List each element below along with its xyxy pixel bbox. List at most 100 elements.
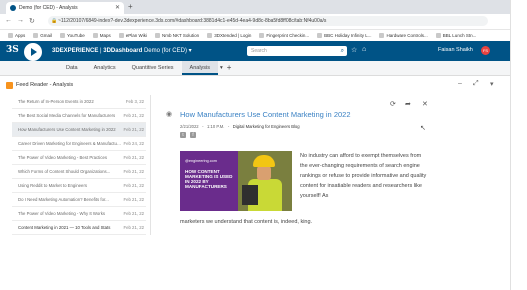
article-body-continued: marketers we understand that content is,… xyxy=(180,219,313,225)
feed-item-date: Feb 21, 22 xyxy=(123,197,144,202)
add-tab-icon[interactable]: + xyxy=(227,61,232,75)
bookmark-item[interactable]: Nmb NKT Solution xyxy=(155,33,199,38)
avatar[interactable]: FS xyxy=(481,46,490,55)
brand-context: Demo (for CED) xyxy=(143,48,187,54)
3ds-logo-icon: 3S xyxy=(6,45,19,55)
feed-item[interactable]: Which Forms of Content Should Organizati… xyxy=(12,165,146,179)
share-icon[interactable]: ➦ xyxy=(405,100,411,108)
article-source[interactable]: Digital Marketing for Engineers Blog xyxy=(233,124,300,129)
bookmark-item[interactable]: YouTube xyxy=(60,33,85,38)
bookmark-item[interactable]: BBL Lunch Stn... xyxy=(435,33,476,38)
brand-prefix: 3DEXPERIENCE xyxy=(52,48,99,54)
minimize-icon[interactable]: – xyxy=(458,80,462,87)
feed-item[interactable]: The Best Social Media Channels for Manuf… xyxy=(12,109,146,123)
user-name[interactable]: Faisan Shaikh xyxy=(438,47,473,53)
dashboard-tabs: Data Analytics Quantitive Series Analysis ▾ + xyxy=(58,61,231,75)
bookmark-item[interactable]: ePlan Wiki xyxy=(118,33,147,38)
rss-icon xyxy=(6,82,13,89)
bookmark-item[interactable]: Apps xyxy=(8,33,25,38)
bookmark-label: 3DXtended | Login xyxy=(214,33,252,38)
article-time: 1:10 P.M. xyxy=(207,124,225,129)
search-icon[interactable]: ⌕ xyxy=(341,46,344,56)
close-tab-icon[interactable]: ✕ xyxy=(115,4,120,11)
feed-item-date: Feb 21, 22 xyxy=(123,127,144,132)
widget-menu-icon[interactable]: ▾ xyxy=(490,80,494,88)
feed-item-date: Feb 3, 22 xyxy=(125,99,144,104)
tab-menu-chevron-icon[interactable]: ▾ xyxy=(218,61,225,75)
feed-item-date: Feb 21, 22 xyxy=(123,155,144,160)
bookmark-icon xyxy=(92,33,98,38)
feed-item[interactable]: The Power of Video Marketing - Why It Wo… xyxy=(12,207,146,221)
star-icon[interactable]: ☆ xyxy=(351,46,357,54)
feed-item[interactable]: Content Marketing in 2021 — 10 Tools and… xyxy=(12,221,146,235)
bookmark-item[interactable]: Gmail xyxy=(33,33,52,38)
bookmark-icon xyxy=(155,33,160,38)
article-body: No industry can afford to exempt themsel… xyxy=(300,153,427,199)
bookmark-icon xyxy=(435,33,441,38)
tag-icon[interactable]: ⌂ xyxy=(362,46,366,53)
twitter-icon[interactable]: t xyxy=(180,132,186,138)
feed-item[interactable]: The Return of In-Person Events in 2022 Fe… xyxy=(12,95,146,109)
back-icon[interactable]: ← xyxy=(5,17,12,24)
worker-helmet xyxy=(253,155,275,167)
tab-analysis[interactable]: Analysis xyxy=(181,61,219,75)
lock-icon: 🔒 xyxy=(51,18,58,24)
feed-item[interactable]: How Manufacturers Use Content Marketing … xyxy=(12,123,146,137)
open-external-icon[interactable]: ⟳ xyxy=(390,100,396,108)
bookmark-item[interactable]: BBC Holiday Infinity L... xyxy=(317,33,371,38)
search-input[interactable]: Search ⌕ xyxy=(247,46,347,56)
feed-item-title: The Power of Video Marketing - Why It Wo… xyxy=(18,211,106,216)
bookmark-icon xyxy=(207,33,213,38)
compass-icon[interactable] xyxy=(22,41,44,63)
bookmark-item[interactable]: Hardware Controls... xyxy=(379,33,428,38)
feed-item-title: Using Reddit to Market to Engineers xyxy=(18,183,88,188)
image-headline: HOW CONTENT MARKETING IS USED IN 2022 BY… xyxy=(185,169,233,189)
url-text: ~112/20107/6849-index?-dev.3dexperience.… xyxy=(58,18,327,24)
pin-icon[interactable]: ◉ xyxy=(166,110,172,118)
brand-app: 3DDashboard xyxy=(103,48,143,54)
article-image: @engineering.com HOW CONTENT MARKETING I… xyxy=(180,151,292,211)
tab-data[interactable]: Data xyxy=(58,61,86,75)
feed-item-date: Feb 21, 22 xyxy=(123,225,144,230)
tab-quantitive-series[interactable]: Quantitive Series xyxy=(124,61,182,75)
worker-face xyxy=(257,166,271,180)
feed-item-date: Feb 21, 22 xyxy=(123,169,144,174)
chevron-down-icon[interactable]: ▾ xyxy=(189,48,192,54)
mouse-cursor-icon: ↖ xyxy=(420,125,426,132)
tab-analytics[interactable]: Analytics xyxy=(86,61,124,75)
feed-item-title: How Manufacturers Use Content Marketing … xyxy=(18,127,116,132)
browser-tab[interactable]: Demo (for CED) - Analysis ✕ xyxy=(6,2,124,14)
article-date: 2/21/2022 xyxy=(180,124,199,129)
bookmark-item[interactable]: Fingerprint Checkin... xyxy=(259,33,309,38)
reload-icon[interactable]: ↻ xyxy=(29,17,35,25)
bookmark-item[interactable]: Maps xyxy=(92,33,111,38)
close-icon[interactable]: ✕ xyxy=(422,100,428,108)
feed-item-date: Feb 21, 22 xyxy=(123,211,144,216)
article-title[interactable]: How Manufacturers Use Content Marketing … xyxy=(180,110,351,119)
bookmark-icon xyxy=(118,33,124,38)
screen-frame: Demo (for CED) - Analysis ✕ + ← → ↻ 🔒 ~1… xyxy=(0,0,511,290)
feed-list: The Return of In-Person Events in 2022 Fe… xyxy=(12,95,146,235)
feed-item[interactable]: Career Driven Marketing for Engineers & … xyxy=(12,137,146,151)
facebook-icon[interactable]: f xyxy=(190,132,196,138)
feed-item[interactable]: The Power of Video Marketing - Best Prac… xyxy=(12,151,146,165)
bookmark-label: Gmail xyxy=(40,33,53,38)
bookmark-label: Nmb NKT Solution xyxy=(162,33,200,38)
new-tab-icon[interactable]: + xyxy=(128,2,133,12)
feed-item-date: Feb 21, 22 xyxy=(123,113,144,118)
forward-icon[interactable]: → xyxy=(17,17,24,24)
url-field[interactable]: 🔒 ~112/20107/6849-index?-dev.3dexperienc… xyxy=(48,16,488,26)
browser-tab-bar: Demo (for CED) - Analysis ✕ + xyxy=(0,0,510,14)
favicon-icon xyxy=(10,5,16,11)
feed-item-title: The Return of In-Person Events in 2022 xyxy=(18,99,94,104)
app-top-bar: 3S 3DEXPERIENCE | 3DDashboard Demo (for … xyxy=(0,41,510,63)
bookmark-item[interactable]: 3DXtended | Login xyxy=(207,33,251,38)
dashboard-tab-bar: Data Analytics Quantitive Series Analysis ▾ + xyxy=(0,61,510,76)
feed-item[interactable]: Using Reddit to Market to Engineers Feb 2… xyxy=(12,179,146,193)
bookmark-label: ePlan Wiki xyxy=(125,33,147,38)
maximize-icon[interactable]: ⤢ xyxy=(473,80,479,88)
bookmark-icon xyxy=(8,33,13,38)
feed-item[interactable]: Do I Need Marketing Automation? Benefits… xyxy=(12,193,146,207)
feed-item-title: Which Forms of Content Should Organizati… xyxy=(18,169,111,174)
bookmark-icon xyxy=(33,33,39,38)
